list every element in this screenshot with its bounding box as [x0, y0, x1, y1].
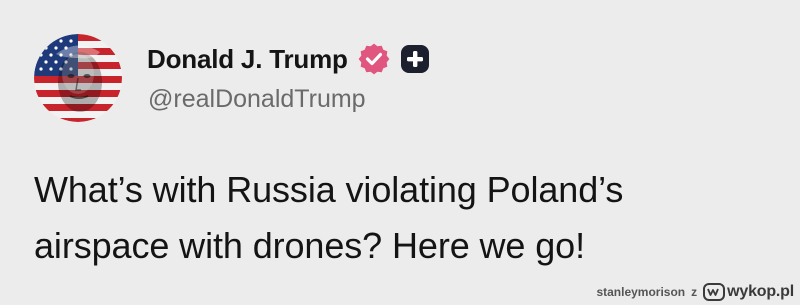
flag-portrait-avatar: [34, 34, 122, 122]
author-name-row: Donald J. Trump: [147, 40, 430, 78]
wykop-logo: wykop.pl: [703, 283, 794, 301]
watermark-separator: z: [691, 285, 698, 299]
post-text-line: What’s with Russia violating Poland’s: [34, 169, 624, 210]
watermark: stanleymorison z wykop.pl: [596, 283, 794, 301]
author-display-name[interactable]: Donald J. Trump: [147, 44, 348, 75]
plus-badge-icon: [400, 44, 430, 74]
author-handle[interactable]: @realDonaldTrump: [148, 85, 366, 114]
post-card: Donald J. Trump @realDonaldTrump What’s …: [0, 0, 800, 305]
watermark-username: stanleymorison: [596, 285, 686, 299]
verified-badge-icon: [358, 43, 390, 75]
wykop-logo-icon: [703, 283, 726, 301]
watermark-site: wykop.pl: [727, 283, 794, 300]
post-text-line: airspace with drones? Here we go!: [34, 225, 585, 266]
post-text: What’s with Russia violating Poland’s ai…: [34, 162, 774, 274]
author-avatar[interactable]: [34, 34, 122, 122]
